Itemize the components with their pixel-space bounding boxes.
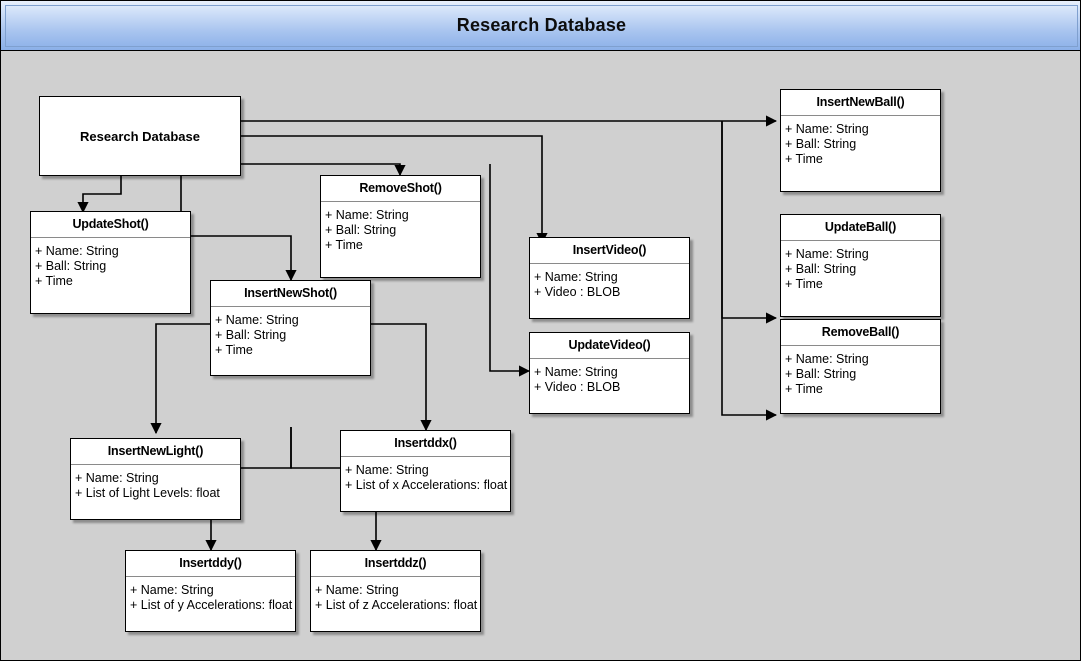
node-insert-ddx[interactable]: Insertddx() + Name: String + List of x A… (340, 430, 511, 512)
node-insert-ddz[interactable]: Insertddz() + Name: String + List of z A… (310, 550, 481, 632)
edge-root-to-remove-ball (721, 121, 778, 421)
node-update-shot-attributes: + Name: String + Ball: String + Time (31, 238, 190, 289)
attribute-row: + Ball: String (325, 223, 397, 237)
node-update-shot-title: UpdateShot() (31, 212, 190, 238)
attribute-row: + Time (215, 343, 253, 357)
node-update-video-title: UpdateVideo() (530, 333, 689, 359)
node-insert-video-title: InsertVideo() (530, 238, 689, 264)
attribute-row: + Name: String (534, 365, 618, 379)
node-update-ball[interactable]: UpdateBall() + Name: String + Ball: Stri… (780, 214, 941, 317)
attribute-row: + Name: String (785, 247, 869, 261)
attribute-row: + List of Light Levels: float (75, 486, 220, 500)
attribute-row: + List of z Accelerations: float (315, 598, 478, 612)
edge-root-to-remove-shot (241, 163, 406, 177)
attribute-row: + Time (785, 152, 823, 166)
node-insert-ddz-title: Insertddz() (311, 551, 480, 577)
attribute-row: + Time (35, 274, 73, 288)
node-insert-ddx-attributes: + Name: String + List of x Accelerations… (341, 457, 510, 493)
edge-root-to-update-shot (77, 176, 122, 214)
node-insert-new-shot-title: InsertNewShot() (211, 281, 370, 307)
page-title: Research Database (456, 15, 627, 35)
node-insert-video-attributes: + Name: String + Video : BLOB (530, 264, 689, 300)
attribute-row: + Name: String (75, 471, 159, 485)
node-insert-new-shot-attributes: + Name: String + Ball: String + Time (211, 307, 370, 358)
edge-root-to-insert-new-shot (180, 176, 297, 282)
attribute-row: + Name: String (345, 463, 429, 477)
attribute-row: + List of x Accelerations: float (345, 478, 508, 492)
attribute-row: + Name: String (785, 122, 869, 136)
node-insert-ddz-attributes: + Name: String + List of z Accelerations… (311, 577, 480, 613)
edge-shot-to-insert-ddx (371, 323, 432, 432)
attribute-row: + Ball: String (785, 137, 857, 151)
node-insert-new-shot[interactable]: InsertNewShot() + Name: String + Ball: S… (210, 280, 371, 376)
attribute-row: + Video : BLOB (534, 285, 621, 299)
node-insert-video[interactable]: InsertVideo() + Name: String + Video : B… (529, 237, 690, 319)
attribute-row: + Time (785, 277, 823, 291)
node-update-ball-attributes: + Name: String + Ball: String + Time (781, 241, 940, 292)
attribute-row: + Time (785, 382, 823, 396)
edge-root-to-update-ball (721, 121, 778, 324)
attribute-row: + Ball: String (785, 367, 857, 381)
node-update-shot[interactable]: UpdateShot() + Name: String + Ball: Stri… (30, 211, 191, 314)
diagram-window: Research Database Research Database Upda… (0, 0, 1081, 661)
attribute-row: + Name: String (315, 583, 399, 597)
node-remove-ball-title: RemoveBall() (781, 320, 940, 346)
node-remove-ball[interactable]: RemoveBall() + Name: String + Ball: Stri… (780, 319, 941, 414)
node-remove-shot[interactable]: RemoveShot() + Name: String + Ball: Stri… (320, 175, 481, 278)
node-update-ball-title: UpdateBall() (781, 215, 940, 241)
node-remove-shot-title: RemoveShot() (321, 176, 480, 202)
attribute-row: + Ball: String (215, 328, 287, 342)
attribute-row: + List of y Accelerations: float (130, 598, 293, 612)
attribute-row: + Time (325, 238, 363, 252)
node-insert-new-light[interactable]: InsertNewLight() + Name: String + List o… (70, 438, 241, 520)
node-insert-new-ball-attributes: + Name: String + Ball: String + Time (781, 116, 940, 167)
node-insert-ddx-title: Insertddx() (341, 431, 510, 457)
attribute-row: + Name: String (325, 208, 409, 222)
node-insert-ddy[interactable]: Insertddy() + Name: String + List of y A… (125, 550, 296, 632)
attribute-row: + Name: String (785, 352, 869, 366)
attribute-row: + Name: String (130, 583, 214, 597)
node-update-video[interactable]: UpdateVideo() + Name: String + Video : B… (529, 332, 690, 414)
edge-shot-to-insert-new-light (150, 323, 210, 435)
node-insert-new-ball[interactable]: InsertNewBall() + Name: String + Ball: S… (780, 89, 941, 192)
attribute-row: + Video : BLOB (534, 380, 621, 394)
node-insert-ddy-attributes: + Name: String + List of y Accelerations… (126, 577, 295, 613)
attribute-row: + Name: String (215, 313, 299, 327)
node-insert-ddy-title: Insertddy() (126, 551, 295, 577)
edge-root-to-update-video (489, 164, 531, 377)
window-titlebar: Research Database (1, 1, 1080, 51)
attribute-row: + Ball: String (35, 259, 107, 273)
attribute-row: + Ball: String (785, 262, 857, 276)
node-remove-ball-attributes: + Name: String + Ball: String + Time (781, 346, 940, 397)
node-update-video-attributes: + Name: String + Video : BLOB (530, 359, 689, 395)
node-remove-shot-attributes: + Name: String + Ball: String + Time (321, 202, 480, 253)
attribute-row: + Name: String (35, 244, 119, 258)
node-insert-new-ball-title: InsertNewBall() (781, 90, 940, 116)
node-insert-new-light-title: InsertNewLight() (71, 439, 240, 465)
node-research-database[interactable]: Research Database (39, 96, 241, 176)
attribute-row: + Name: String (534, 270, 618, 284)
diagram-canvas: Research Database UpdateShot() + Name: S… (1, 51, 1080, 660)
node-research-database-label: Research Database (80, 128, 200, 144)
node-insert-new-light-attributes: + Name: String + List of Light Levels: f… (71, 465, 240, 501)
